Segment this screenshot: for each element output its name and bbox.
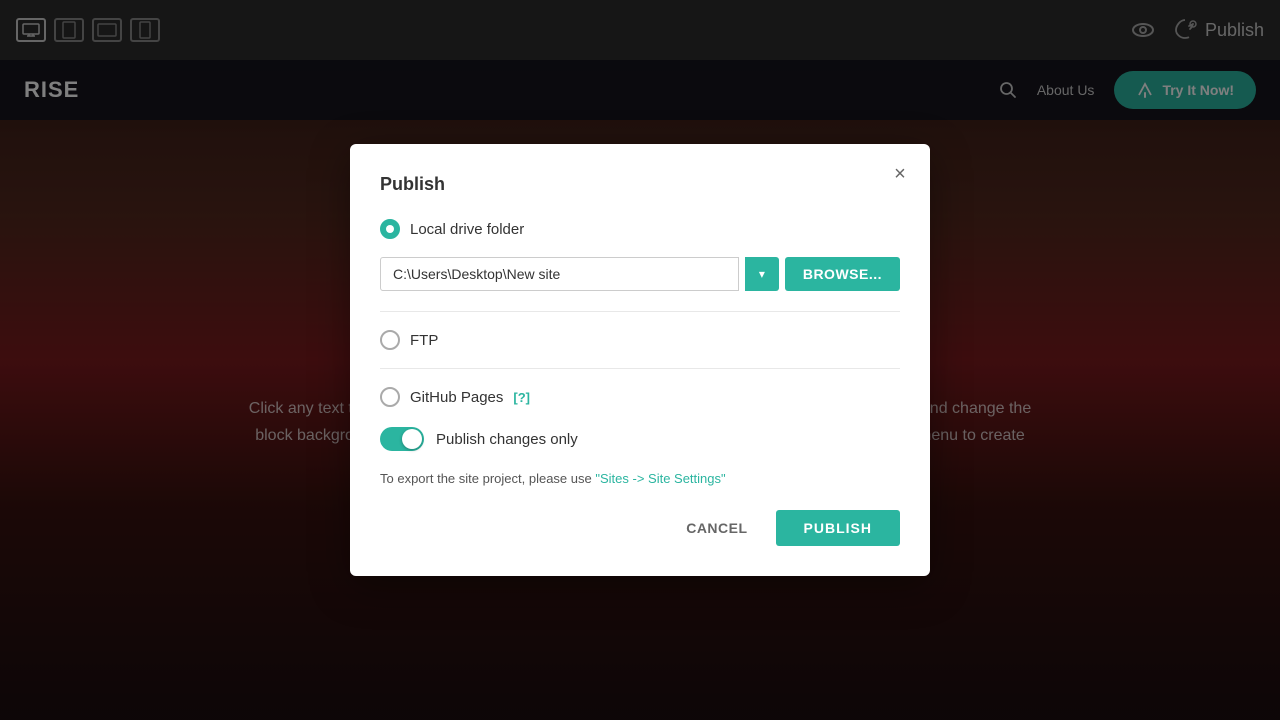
separator-1 <box>380 311 900 312</box>
dropdown-arrow-icon: ▾ <box>759 267 765 281</box>
path-input-field[interactable] <box>380 257 739 291</box>
modal-footer: CANCEL PUBLISH <box>380 510 900 546</box>
github-label: GitHub Pages <box>410 389 503 406</box>
browse-button[interactable]: BROWSE... <box>785 257 900 291</box>
github-help-link[interactable]: [?] <box>513 390 530 405</box>
export-text-prefix: To export the site project, please use <box>380 471 595 486</box>
modal-close-button[interactable]: × <box>886 160 914 188</box>
separator-2 <box>380 368 900 369</box>
publish-button[interactable]: PUBLISH <box>776 510 900 546</box>
local-drive-radio[interactable] <box>380 219 400 239</box>
github-radio[interactable] <box>380 387 400 407</box>
github-pages-option[interactable]: GitHub Pages [?] <box>380 387 900 407</box>
site-settings-link[interactable]: "Sites -> Site Settings" <box>595 471 725 486</box>
path-dropdown-button[interactable]: ▾ <box>745 257 779 291</box>
publish-changes-toggle[interactable] <box>380 427 424 451</box>
publish-modal: Publish × Local drive folder ▾ BROWSE...… <box>350 144 930 576</box>
modal-title: Publish <box>380 174 900 195</box>
toggle-label: Publish changes only <box>436 431 578 448</box>
ftp-label: FTP <box>410 332 438 349</box>
local-drive-label: Local drive folder <box>410 221 524 238</box>
cancel-button[interactable]: CANCEL <box>670 510 763 546</box>
toggle-row: Publish changes only <box>380 427 900 451</box>
ftp-option[interactable]: FTP <box>380 330 900 350</box>
ftp-radio[interactable] <box>380 330 400 350</box>
modal-overlay: Publish × Local drive folder ▾ BROWSE...… <box>0 0 1280 720</box>
export-text: To export the site project, please use "… <box>380 471 900 486</box>
local-drive-option[interactable]: Local drive folder <box>380 219 900 239</box>
toggle-knob <box>402 429 422 449</box>
path-input-row: ▾ BROWSE... <box>380 257 900 291</box>
